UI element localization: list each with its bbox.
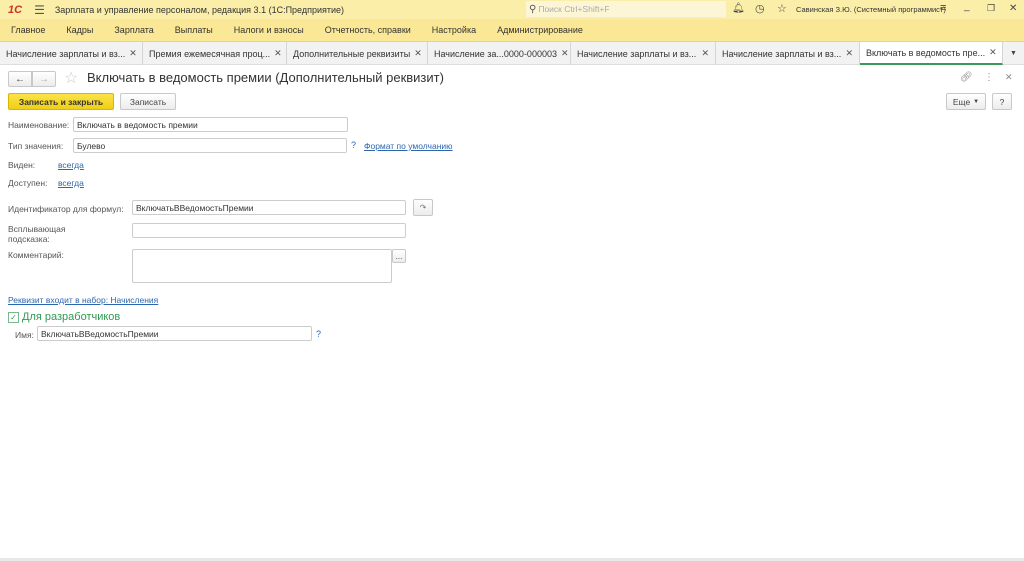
visible-link[interactable]: всегда (58, 160, 84, 170)
available-label: Доступен: (8, 178, 48, 188)
arrow-left-icon: ← (15, 73, 25, 85)
type-help-link[interactable]: ? (351, 140, 356, 150)
menu-hr[interactable]: Кадры (55, 25, 103, 35)
tab-active[interactable]: Включать в ведомость пре... ✕ (860, 42, 1003, 65)
close-tab-icon[interactable]: ✕ (845, 48, 853, 59)
close-tab-icon[interactable]: ✕ (414, 48, 422, 59)
restore-icon[interactable]: ❐ (987, 3, 995, 14)
tab[interactable]: Премия ежемесячная проц... ✕ (143, 42, 287, 65)
visible-label: Виден: (8, 160, 36, 170)
open-tabs: Начисление зарплаты и вз... ✕ Премия ежем… (0, 42, 1024, 65)
tab[interactable]: Начисление за...0000-000003 ✕ (428, 42, 571, 65)
developers-group-title[interactable]: Для разработчиков (22, 311, 120, 323)
tab[interactable]: Дополнительные реквизиты ✕ (287, 42, 428, 65)
chevron-down-icon: ▼ (973, 98, 980, 105)
close-form-icon[interactable]: ✕ (1005, 72, 1013, 83)
close-tab-icon[interactable]: ✕ (701, 48, 709, 59)
tooltip-input[interactable] (132, 223, 406, 238)
menu-salary[interactable]: Зарплата (103, 25, 163, 35)
available-link[interactable]: всегда (58, 178, 84, 188)
type-label: Тип значения: (8, 141, 64, 151)
user-name[interactable]: Савинская З.Ю. (Системный программист) (796, 5, 946, 14)
more-button[interactable]: Еще ▼ (946, 93, 986, 110)
history-icon[interactable]: ◷ (755, 2, 765, 15)
menu-settings[interactable]: Настройка (421, 25, 486, 35)
search-input[interactable]: ⚲ Поиск Ctrl+Shift+F (526, 1, 726, 17)
tab[interactable]: Начисление зарплаты и вз... ✕ (716, 42, 860, 65)
name-label: Наименование: (8, 120, 70, 130)
settings-menu-icon[interactable]: ≡ (940, 2, 946, 14)
close-tab-icon[interactable]: ✕ (561, 48, 569, 59)
save-button[interactable]: Записать (120, 93, 176, 110)
tabs-dropdown-icon[interactable]: ▼ (1003, 42, 1024, 64)
arrow-curve-icon: ↷ (419, 203, 427, 212)
app-title: Зарплата и управление персоналом, редакц… (54, 4, 345, 15)
comment-label: Комментарий: (8, 250, 64, 260)
collapse-group-icon[interactable]: ✓ (8, 312, 19, 323)
menu-taxes[interactable]: Налоги и взносы (223, 25, 314, 35)
more-actions-icon[interactable]: ⋮ (984, 72, 994, 83)
save-and-close-button[interactable]: Записать и закрыть (8, 93, 114, 110)
menu-admin[interactable]: Администрирование (486, 25, 593, 35)
close-tab-icon[interactable]: ✕ (129, 48, 137, 59)
link-icon[interactable]: 🔗︎ (960, 72, 973, 83)
comment-expand-button[interactable]: ... (392, 249, 406, 263)
type-input[interactable]: Булево (73, 138, 347, 153)
formula-id-input[interactable]: ВключатьВВедомостьПремии (132, 200, 406, 215)
generate-id-button[interactable]: ↷ (413, 199, 433, 216)
close-window-icon[interactable]: ✕ (1009, 3, 1017, 14)
menu-payments[interactable]: Выплаты (164, 25, 223, 35)
tab[interactable]: Начисление зарплаты и вз... ✕ (0, 42, 143, 65)
default-format-link[interactable]: Формат по умолчанию (364, 141, 453, 151)
forward-button[interactable]: → (32, 71, 56, 87)
close-tab-icon[interactable]: ✕ (274, 48, 282, 59)
menu-reports[interactable]: Отчетность, справки (314, 25, 421, 35)
back-button[interactable]: ← (8, 71, 32, 87)
dev-name-input[interactable]: ВключатьВВедомостьПремии (37, 326, 312, 341)
star-icon[interactable]: ☆ (777, 2, 787, 15)
comment-textarea[interactable] (132, 249, 392, 283)
bell-icon[interactable]: 🔔︎ (732, 3, 745, 14)
hamburger-menu-icon[interactable]: ☰ (34, 3, 45, 17)
menu-main[interactable]: Главное (0, 25, 55, 35)
tooltip-label: Всплывающая подсказка: (8, 224, 66, 244)
favorite-star-icon[interactable]: ☆ (64, 68, 78, 88)
dev-name-label: Имя: (15, 330, 34, 340)
minimize-icon[interactable]: _ (964, 1, 970, 12)
formula-id-label: Идентификатор для формул: (8, 204, 124, 214)
arrow-right-icon: → (39, 73, 49, 85)
tab[interactable]: Начисление зарплаты и вз... ✕ (571, 42, 716, 65)
main-menu: Главное Кадры Зарплата Выплаты Налоги и … (0, 19, 1024, 42)
title-bar: 1С ☰ Зарплата и управление персоналом, р… (0, 0, 1024, 19)
dev-help-link[interactable]: ? (316, 329, 321, 339)
help-button[interactable]: ? (992, 93, 1012, 110)
page-title: Включать в ведомость премии (Дополнитель… (87, 70, 444, 85)
search-icon: ⚲ (529, 3, 537, 15)
app-logo: 1С (8, 3, 23, 16)
property-set-link[interactable]: Реквизит входит в набор: Начисления (8, 295, 158, 305)
close-tab-icon[interactable]: ✕ (989, 47, 997, 58)
name-input[interactable]: Включать в ведомость премии (73, 117, 348, 132)
